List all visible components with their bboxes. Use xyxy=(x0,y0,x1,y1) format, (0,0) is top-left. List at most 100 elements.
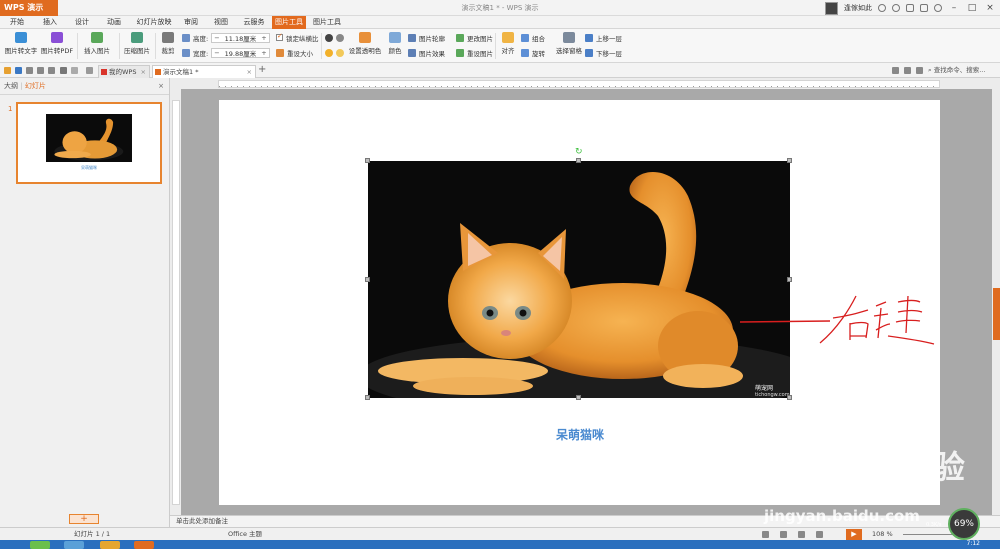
resize-handle[interactable] xyxy=(365,395,370,400)
rotate-handle-icon[interactable]: ↻ xyxy=(575,148,583,157)
cloud-icon[interactable] xyxy=(916,67,923,74)
gear-icon[interactable] xyxy=(906,4,914,12)
bring-forward-button[interactable]: 上移一层 xyxy=(585,32,622,43)
change-picture-button[interactable]: 更改图片 xyxy=(456,32,493,43)
tab-cloud[interactable]: 云服务 xyxy=(240,16,268,29)
close-button[interactable]: × xyxy=(984,3,996,13)
align-button[interactable]: 对齐 xyxy=(498,32,518,55)
view-normal-icon[interactable] xyxy=(762,531,769,538)
send-backward-button[interactable]: 下移一层 xyxy=(585,47,622,58)
width-stepper[interactable]: − 19.88厘米 + xyxy=(211,47,270,58)
tab-view[interactable]: 视图 xyxy=(210,16,232,29)
fit-view-icon[interactable] xyxy=(816,531,823,538)
reset-picture-button[interactable]: 重设图片 xyxy=(456,47,493,58)
width-value[interactable]: 19.88厘米 xyxy=(222,48,260,58)
kitten-picture[interactable] xyxy=(368,161,790,398)
tab-home[interactable]: 开始 xyxy=(4,16,30,29)
lock-ratio-checkbox[interactable]: 锁定纵横比 xyxy=(276,32,319,43)
close-tab-icon[interactable]: × xyxy=(247,66,252,78)
print-icon[interactable] xyxy=(26,67,33,74)
contrast-icon[interactable] xyxy=(325,33,333,42)
sun-icon[interactable] xyxy=(325,48,333,57)
close-icon[interactable]: × xyxy=(158,78,164,95)
tab-slideshow[interactable]: 幻灯片放映 xyxy=(132,16,176,29)
resize-handle[interactable] xyxy=(365,277,370,282)
side-panel-toggle[interactable] xyxy=(993,288,1000,340)
undo-icon[interactable] xyxy=(60,67,67,74)
rotate-button[interactable]: 旋转 xyxy=(521,47,545,58)
width-increase[interactable]: + xyxy=(259,49,268,57)
skin-icon[interactable] xyxy=(920,4,928,12)
height-stepper[interactable]: − 11.18厘米 + xyxy=(211,32,270,43)
speed-meter-widget[interactable]: 69% xyxy=(948,508,980,540)
resize-handle[interactable] xyxy=(787,158,792,163)
open-icon[interactable] xyxy=(4,67,11,74)
width-control: 宽度: − 19.88厘米 + xyxy=(182,47,270,58)
sun-dim-icon[interactable] xyxy=(336,48,344,57)
resize-handle[interactable] xyxy=(787,395,792,400)
resize-handle[interactable] xyxy=(365,158,370,163)
group-button[interactable]: 组合 xyxy=(521,32,545,43)
height-increase[interactable]: + xyxy=(259,34,268,42)
width-decrease[interactable]: − xyxy=(212,49,221,57)
doc-tab-mywps[interactable]: 我的WPS × xyxy=(98,65,150,78)
taskbar-app-icon[interactable] xyxy=(100,541,120,549)
insert-picture-button[interactable]: 插入图片 xyxy=(80,32,114,55)
help-icon[interactable] xyxy=(934,4,942,12)
color-button[interactable]: 颜色 xyxy=(384,32,406,55)
doc-tab-presentation[interactable]: 演示文稿1 * × xyxy=(152,65,256,78)
chevron-down-icon[interactable] xyxy=(86,67,93,74)
tab-design[interactable]: 设计 xyxy=(70,16,94,29)
tab-animation[interactable]: 动画 xyxy=(102,16,126,29)
tab-picture-tools-2[interactable]: 图片工具 xyxy=(310,16,344,29)
height-value[interactable]: 11.18厘米 xyxy=(222,33,260,43)
save-icon[interactable] xyxy=(15,67,22,74)
minimize-button[interactable]: – xyxy=(948,3,960,13)
height-decrease[interactable]: − xyxy=(212,34,221,42)
tab-review[interactable]: 审阅 xyxy=(180,16,202,29)
start-orb-icon[interactable] xyxy=(30,541,50,549)
tab-insert[interactable]: 插入 xyxy=(38,16,62,29)
separator xyxy=(77,33,78,59)
maximize-button[interactable]: □ xyxy=(966,3,978,13)
picture-outline-button[interactable]: 图片轮廓 xyxy=(408,32,445,43)
compress-picture-button[interactable]: 压缩图片 xyxy=(122,32,152,55)
export-icon[interactable] xyxy=(48,67,55,74)
checkbox-checked-icon[interactable] xyxy=(276,32,283,41)
add-slide-button[interactable]: + xyxy=(69,514,99,524)
brightness-icon[interactable] xyxy=(336,33,344,42)
user-name[interactable]: 逢傢如此 xyxy=(844,3,872,13)
pic-to-pdf-button[interactable]: 图片转PDF xyxy=(40,32,74,55)
tab-slides[interactable]: 幻灯片 xyxy=(25,82,46,90)
set-transparent-button[interactable]: 设置透明色 xyxy=(348,32,382,55)
brightness-buttons[interactable] xyxy=(325,47,344,58)
resize-handle[interactable] xyxy=(576,395,581,400)
reading-view-icon[interactable] xyxy=(798,531,805,538)
taskbar-app-icon[interactable] xyxy=(64,541,84,549)
crop-button[interactable]: 裁剪 xyxy=(157,32,179,55)
skin-icon[interactable] xyxy=(904,67,911,74)
contrast-buttons[interactable] xyxy=(325,32,344,43)
tab-picture-tools[interactable]: 图片工具 xyxy=(272,16,306,29)
slide-caption[interactable]: 呆萌猫咪 xyxy=(530,426,630,443)
tab-outline[interactable]: 大纲 xyxy=(4,82,18,90)
avatar[interactable] xyxy=(825,1,838,15)
clock-icon[interactable] xyxy=(878,4,886,12)
command-search[interactable]: ⌕ 查找命令、搜索... xyxy=(928,65,994,76)
new-tab-icon[interactable]: + xyxy=(258,64,266,75)
pic-to-text-button[interactable]: 图片转文字 xyxy=(3,32,39,55)
resize-handle[interactable] xyxy=(576,158,581,163)
sync-icon[interactable] xyxy=(892,4,900,12)
message-icon[interactable] xyxy=(892,67,899,74)
close-tab-icon[interactable]: × xyxy=(141,66,146,78)
taskbar-wps-icon[interactable] xyxy=(134,541,154,549)
selection-pane-button[interactable]: 选择窗格 xyxy=(556,32,582,55)
view-sorter-icon[interactable] xyxy=(780,531,787,538)
slide-thumbnail[interactable]: 呆萌猫咪 xyxy=(16,102,162,184)
reset-size-button[interactable]: 重设大小 xyxy=(276,47,313,58)
resize-handle[interactable] xyxy=(787,277,792,282)
picture-effect-button[interactable]: 图片效果 xyxy=(408,47,445,58)
redo-icon[interactable] xyxy=(71,67,78,74)
slideshow-play-button[interactable]: ▶ xyxy=(846,529,862,540)
preview-icon[interactable] xyxy=(37,67,44,74)
